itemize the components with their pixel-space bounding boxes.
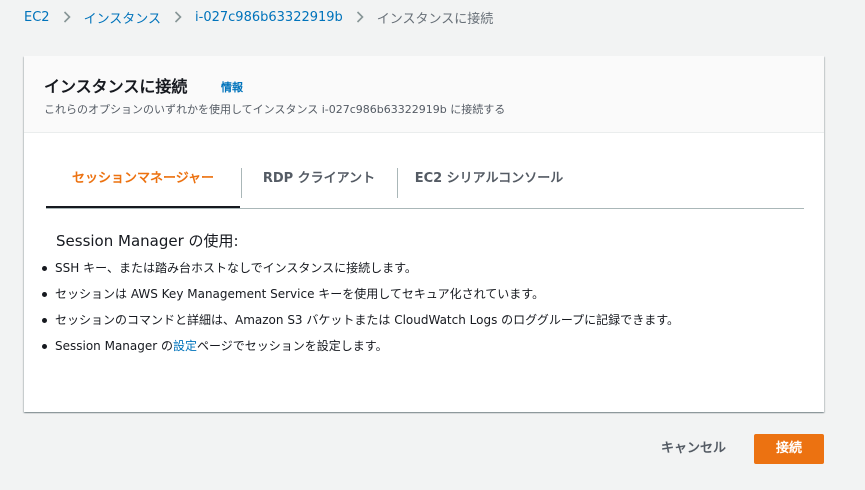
info-link[interactable]: 情報	[221, 79, 243, 95]
tab-rdp-client[interactable]: RDP クライアント	[242, 160, 396, 206]
panel-header: インスタンスに接続 情報 これらのオプションのいずれかを使用してインスタンス i…	[24, 56, 824, 133]
panel-description: これらのオプションのいずれかを使用してインスタンス i-027c986b6332…	[44, 103, 506, 116]
breadcrumb-current: インスタンスに接続	[376, 11, 494, 27]
content-heading: Session Manager の使用:	[56, 232, 239, 250]
list-item: セッションのコマンドと詳細は、Amazon S3 バケットまたは CloudWa…	[42, 311, 679, 337]
breadcrumb-instances[interactable]: インスタンス	[84, 8, 161, 27]
breadcrumb: EC2 インスタンス i-027c986b63322919b インスタンスに接続	[24, 7, 493, 27]
bullet-icon	[42, 318, 47, 323]
cancel-button[interactable]: キャンセル	[653, 434, 734, 464]
list-item: Session Manager の設定ページでセッションを設定します。	[42, 337, 679, 363]
tab-bar: セッションマネージャー RDP クライアント EC2 シリアルコンソール	[46, 160, 804, 209]
list-item-text-suffix: ページでセッションを設定します。	[197, 339, 388, 353]
list-item-text: セッションのコマンドと詳細は、Amazon S3 バケットまたは CloudWa…	[55, 313, 679, 327]
page-title: インスタンスに接続	[44, 77, 188, 96]
tab-session-manager[interactable]: セッションマネージャー	[46, 160, 240, 208]
list-item-text: セッションは AWS Key Management Service キーを使用し…	[55, 287, 545, 301]
settings-link[interactable]: 設定	[173, 339, 197, 353]
breadcrumb-ec2[interactable]: EC2	[24, 10, 50, 25]
bullet-icon	[42, 266, 47, 271]
breadcrumb-instance-id[interactable]: i-027c986b63322919b	[195, 10, 343, 25]
bullet-icon	[42, 292, 47, 297]
list-item: セッションは AWS Key Management Service キーを使用し…	[42, 285, 679, 311]
feature-list: SSH キー、または踏み台ホストなしでインスタンスに接続します。 セッションは …	[42, 259, 679, 363]
list-item-text: SSH キー、または踏み台ホストなしでインスタンスに接続します。	[55, 261, 417, 275]
chevron-right-icon	[161, 10, 195, 25]
bullet-icon	[42, 344, 47, 349]
connect-button[interactable]: 接続	[754, 434, 824, 464]
list-item: SSH キー、または踏み台ホストなしでインスタンスに接続します。	[42, 259, 679, 285]
chevron-right-icon	[50, 10, 84, 25]
chevron-right-icon	[343, 10, 377, 25]
tab-ec2-serial-console[interactable]: EC2 シリアルコンソール	[398, 160, 580, 206]
connect-panel: インスタンスに接続 情報 これらのオプションのいずれかを使用してインスタンス i…	[24, 56, 824, 412]
list-item-text-prefix: Session Manager の	[55, 339, 174, 353]
